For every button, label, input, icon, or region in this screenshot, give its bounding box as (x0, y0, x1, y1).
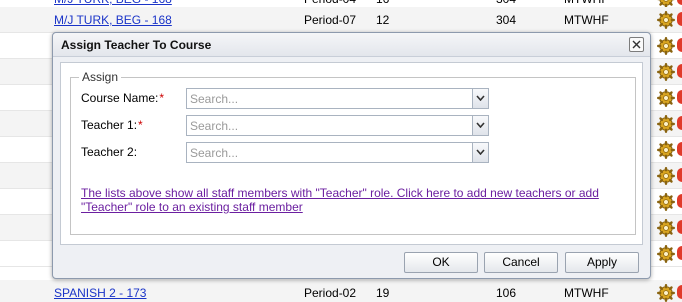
gear-icon[interactable] (657, 219, 675, 237)
assign-teacher-dialog: Assign Teacher To Course Assign Course N… (52, 32, 651, 279)
gear-icon[interactable] (657, 167, 675, 185)
gear-icon[interactable] (657, 115, 675, 133)
table-row: M/J TURK, BEG - 168 Period-07 12 304 MTWHF (0, 7, 682, 33)
period-cell: Period-02 (304, 286, 357, 300)
course-link[interactable]: M/J TURK, BEG - 168 (54, 13, 172, 27)
delete-icon[interactable] (677, 116, 682, 130)
gear-icon[interactable] (657, 63, 675, 81)
room-cell: 16 (376, 0, 389, 6)
apply-button[interactable]: Apply (565, 252, 639, 273)
delete-icon[interactable] (677, 285, 682, 299)
course-link[interactable]: M/J TURK, BEG - 168 (54, 0, 172, 6)
delete-icon[interactable] (677, 0, 682, 5)
gear-icon[interactable] (657, 141, 675, 159)
chevron-down-icon (476, 122, 485, 128)
fieldset-legend: Assign (79, 70, 122, 84)
course-name-input[interactable]: Search... (190, 92, 238, 106)
delete-icon[interactable] (677, 194, 682, 208)
delete-icon[interactable] (677, 220, 682, 234)
delete-icon[interactable] (677, 12, 682, 26)
gear-icon[interactable] (657, 11, 675, 29)
teacher-1-combo[interactable]: Search... (186, 115, 489, 136)
course-name-dropdown-button[interactable] (472, 89, 488, 108)
capacity-cell: 106 (496, 286, 517, 300)
capacity-cell: 304 (496, 13, 517, 27)
course-link[interactable]: SPANISH 2 - 173 (54, 286, 146, 300)
close-button[interactable] (629, 37, 644, 52)
add-teachers-link[interactable]: The lists above show all staff members w… (81, 186, 631, 214)
delete-icon[interactable] (677, 90, 682, 104)
gear-icon[interactable] (657, 193, 675, 211)
dialog-body: Assign Course Name:* Search... Teacher 1… (60, 62, 643, 245)
delete-icon[interactable] (677, 246, 682, 260)
gear-icon[interactable] (657, 89, 675, 107)
table-row: SPANISH 2 - 173 Period-02 19 106 MTWHF (0, 280, 682, 302)
course-name-combo[interactable]: Search... (186, 88, 489, 109)
gear-icon[interactable] (657, 245, 675, 263)
course-name-label: Course Name:* (81, 91, 165, 105)
required-marker: * (138, 118, 143, 132)
teacher-2-input[interactable]: Search... (190, 146, 238, 160)
teacher-1-label: Teacher 1:* (81, 118, 143, 132)
teacher-1-input[interactable]: Search... (190, 119, 238, 133)
cancel-button[interactable]: Cancel (484, 252, 558, 273)
capacity-cell: 304 (496, 0, 516, 6)
gear-icon[interactable] (657, 37, 675, 55)
required-marker: * (159, 91, 165, 105)
delete-icon[interactable] (677, 64, 682, 78)
teacher-2-dropdown-button[interactable] (472, 143, 488, 162)
close-icon (632, 40, 641, 49)
delete-icon[interactable] (677, 38, 682, 52)
delete-icon[interactable] (677, 168, 682, 182)
chevron-down-icon (476, 95, 485, 101)
dialog-title: Assign Teacher To Course (61, 38, 212, 52)
teacher-2-label: Teacher 2: (81, 145, 138, 159)
chevron-down-icon (476, 149, 485, 155)
room-cell: 12 (376, 13, 390, 27)
room-cell: 19 (376, 286, 390, 300)
days-cell: MTWHF (564, 13, 609, 27)
assign-fieldset: Assign Course Name:* Search... Teacher 1… (70, 70, 636, 235)
gear-icon[interactable] (657, 284, 675, 302)
teacher-1-dropdown-button[interactable] (472, 116, 488, 135)
ok-button[interactable]: OK (404, 252, 478, 273)
period-cell: Period-07 (304, 13, 357, 27)
dialog-header: Assign Teacher To Course (53, 33, 650, 57)
teacher-2-combo[interactable]: Search... (186, 142, 489, 163)
period-cell: Period-04 (304, 0, 356, 6)
days-cell: MTWHF (564, 0, 609, 6)
delete-icon[interactable] (677, 142, 682, 156)
days-cell: MTWHF (564, 286, 609, 300)
